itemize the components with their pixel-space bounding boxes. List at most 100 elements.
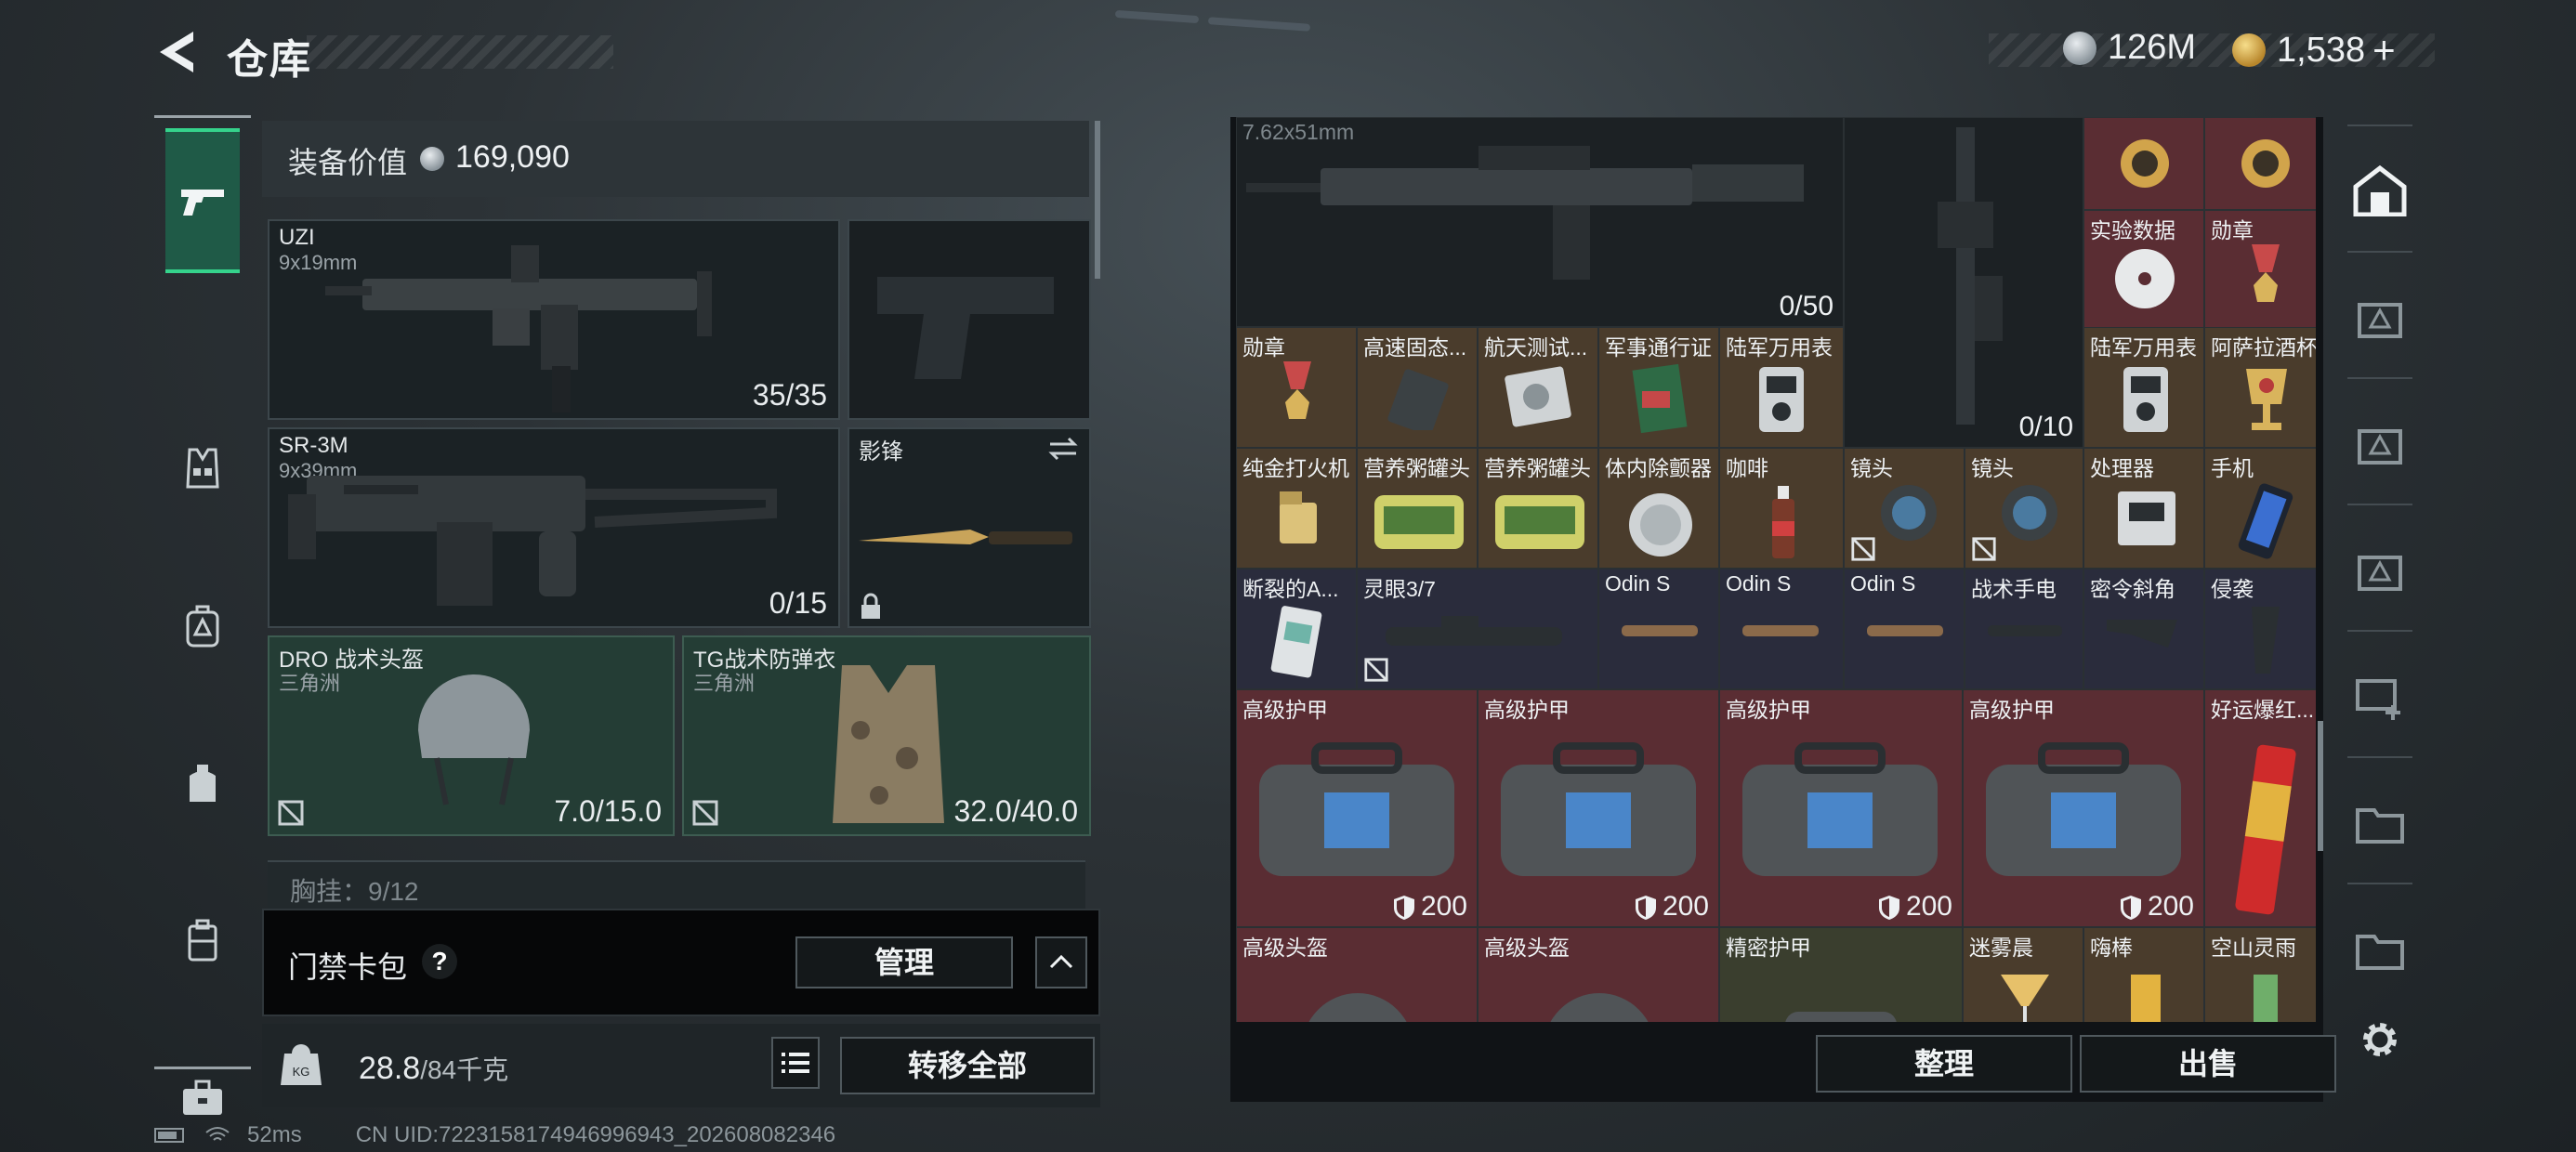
stash-item-arabic-cup[interactable]: 阿萨拉酒杯 [2204,327,2316,448]
stash-item-lab-data[interactable]: 实验数据 [2083,210,2204,331]
stash-item-precision-armor[interactable]: 精密护甲 [1719,927,1963,1022]
stash-item-grip[interactable]: 密令斜角 [2083,569,2204,689]
item-name: 好运爆红... [2211,698,2315,722]
stash-item-medal-2[interactable]: 勋章 [1236,327,1357,448]
armor-slot[interactable]: TG战术防弹衣 三角洲 32.0/40.0 [682,635,1091,836]
item-name: 营养粥罐头 [1484,456,1591,480]
stash-item-military-pass[interactable]: 军事通行证 [1598,327,1719,448]
primary-weapon-slot[interactable]: UZI 9x19mm 35/35 [268,219,840,420]
no-insure-icon [1851,537,1875,561]
stash-item-phone[interactable]: 手机 [2204,448,2316,569]
equipment-panel: 装备价值 169,090 UZI 9x19mm 35/35 SR-3M 9x39… [258,121,1104,1107]
collapse-button[interactable] [1035,936,1087,988]
settings-button[interactable] [2347,1007,2412,1072]
chest-rig-row[interactable]: 胸挂：9/12 [268,860,1085,909]
stash-item-raid[interactable]: 侵袭 [2204,569,2316,689]
disc-icon [2115,249,2175,308]
sell-button[interactable]: 出售 [2080,1035,2336,1093]
stash-item-porridge-2[interactable]: 营养粥罐头 [1478,448,1598,569]
stash-item-flashlight[interactable]: 战术手电 [1965,569,2083,689]
stash-rifle-large[interactable]: 7.62x51mm 0/50 [1236,117,1844,327]
helmet-icon [1550,993,1649,1022]
stash-item-scope[interactable]: 灵眼3/7 [1357,569,1598,689]
stash-tab-3c[interactable] [2347,537,2412,602]
stash-item-helmet-1[interactable]: 高级头盔 [1236,927,1478,1022]
stash-rifle-vertical[interactable]: 0/10 [1844,117,2083,448]
passbook-icon [1632,363,1688,434]
stash-item-odin-2[interactable]: Odin S [1719,569,1844,689]
item-name: 体内除颤器 [1605,456,1712,480]
stash-item-cocktail-2[interactable]: 嗨棒 [2083,927,2204,1022]
stash-tab-add[interactable] [2347,663,2412,728]
equipment-value-bar: 装备价值 169,090 [262,121,1089,197]
back-arrow-icon[interactable] [156,28,201,76]
stash-item-odin-3[interactable]: Odin S [1844,569,1965,689]
armor-value: 200 [1662,891,1709,922]
helmet-slot[interactable]: DRO 战术头盔 三角洲 7.0/15.0 [268,635,675,836]
item-name: 空山灵雨 [2211,936,2296,960]
stash-item-broken-a[interactable]: 断裂的A... [1236,569,1357,689]
stash-item-cocktail-1[interactable]: 迷雾晨 [1963,927,2083,1022]
nav-backpack[interactable] [165,589,240,663]
stash-item-firecracker[interactable]: 好运爆红... [2204,689,2316,927]
stash-item-armor-2[interactable]: 高级护甲 200 [1478,689,1719,927]
stash-item-cocktail-3[interactable]: 空山灵雨 [2204,927,2316,1022]
secondary-weapon-slot[interactable]: SR-3M 9x39mm 0/15 [268,427,840,628]
stash-item-lens-1[interactable]: 镜头 [1844,448,1965,569]
stash-item-porridge-1[interactable]: 营养粥罐头 [1357,448,1478,569]
lock-icon [861,593,880,619]
stash-item-armor-1[interactable]: 高级护甲 200 [1236,689,1478,927]
stash-item-army-watch-1[interactable]: 陆军万用表 [1719,327,1844,448]
defibrillator-icon [1629,493,1692,556]
melee-slot[interactable]: 影锋 [848,427,1091,628]
manage-button[interactable]: 管理 [795,936,1013,988]
equipment-scrollbar[interactable] [1095,121,1100,279]
equipment-nav [154,115,251,1115]
svg-text:KG: KG [293,1065,310,1079]
transfer-all-button[interactable]: 转移全部 [840,1037,1095,1094]
lens-icon [2002,485,2057,541]
stash-tab-4b[interactable] [2347,916,2412,981]
nav-pouch[interactable] [165,747,240,821]
item-name: 精密护甲 [1726,936,1811,960]
stash-tab-3[interactable] [2347,284,2412,349]
stash-item-coffee[interactable]: 咖啡 [1719,448,1844,569]
pistol-slot-empty[interactable] [848,219,1091,420]
stash-item-armor-3[interactable]: 高级护甲 200 [1719,689,1963,927]
item-name: 手机 [2211,456,2254,480]
stash-item-aerospace-disk[interactable]: 航天测试... [1478,327,1598,448]
stash-item-gold-watch-1[interactable] [2083,117,2204,210]
add-currency-button[interactable]: + [2372,28,2396,72]
shield-icon [2120,896,2141,921]
stash-item-gold-watch-2[interactable] [2204,117,2316,210]
stash-item-helmet-2[interactable]: 高级头盔 [1478,927,1719,1022]
card-wallet-label: 门禁卡包 [288,950,408,984]
help-icon[interactable]: ? [422,944,457,979]
stash-item-gold-lighter[interactable]: 纯金打火机 [1236,448,1357,569]
stash-item-lens-2[interactable]: 镜头 [1965,448,2083,569]
coffee-bottle-icon [1772,486,1794,558]
no-insure-icon [1972,537,1996,561]
list-view-button[interactable] [771,1037,820,1089]
stash-item-army-watch-2[interactable]: 陆军万用表 [2083,327,2204,448]
card-wallet-bar: 门禁卡包 ? 管理 [262,909,1100,1016]
sort-button[interactable]: 整理 [1816,1035,2072,1093]
stash-scrollbar[interactable] [2318,721,2323,851]
stash-item-processor[interactable]: 处理器 [2083,448,2204,569]
safehouse-icon [2353,164,2407,216]
nav-case[interactable] [165,903,240,977]
armor-value: 200 [1905,891,1952,922]
swap-icon[interactable] [1046,435,1080,463]
silver-coin-icon [420,147,444,171]
nav-rig[interactable] [165,431,240,505]
armor-bag-icon [1501,742,1696,876]
stash-home-tab[interactable] [2347,158,2412,223]
stash-item-armor-4[interactable]: 高级护甲 200 [1963,689,2204,927]
nav-weapons[interactable] [165,128,240,273]
stash-tab-4a[interactable] [2347,790,2412,855]
stash-tab-3b[interactable] [2347,411,2412,476]
stash-item-ssd[interactable]: 高速固态... [1357,327,1478,448]
stash-item-defib[interactable]: 体内除颤器 [1598,448,1719,569]
stash-item-medal-1[interactable]: 勋章 [2204,210,2316,331]
stash-item-odin-1[interactable]: Odin S [1598,569,1719,689]
